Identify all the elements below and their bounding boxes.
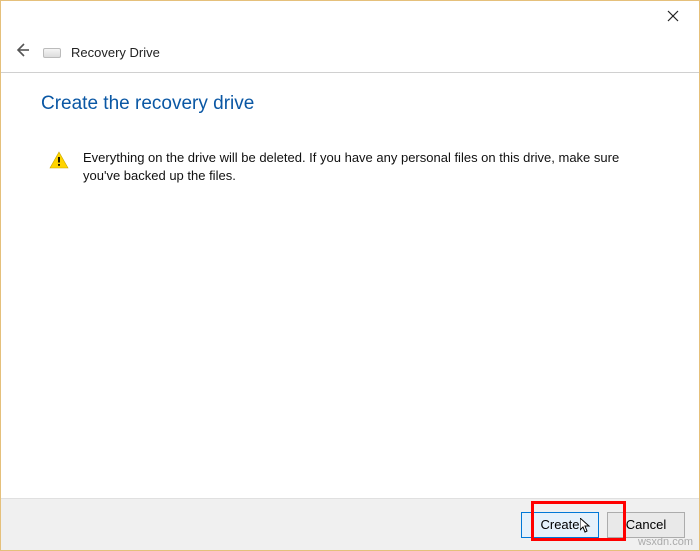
cancel-button-label: Cancel xyxy=(626,517,666,532)
cancel-button[interactable]: Cancel xyxy=(607,512,685,538)
close-button[interactable] xyxy=(651,3,695,31)
wizard-content: Create the recovery drive Everything on … xyxy=(1,73,699,498)
wizard-header: Recovery Drive xyxy=(1,33,699,73)
warning-icon xyxy=(49,151,69,174)
watermark-label: wsxdn.com xyxy=(638,536,693,548)
app-title: Recovery Drive xyxy=(71,45,160,60)
cursor-icon xyxy=(580,518,592,539)
drive-icon xyxy=(43,48,61,58)
warning-text: Everything on the drive will be deleted.… xyxy=(83,149,629,184)
create-button[interactable]: Create xyxy=(521,512,599,538)
titlebar xyxy=(1,1,699,33)
warning-block: Everything on the drive will be deleted.… xyxy=(41,149,659,184)
page-title: Create the recovery drive xyxy=(41,93,659,115)
wizard-window: Recovery Drive Create the recovery drive… xyxy=(0,0,700,551)
close-icon xyxy=(667,9,679,26)
back-button[interactable] xyxy=(11,42,33,64)
button-bar: Create Cancel xyxy=(1,498,699,550)
create-button-label: Create xyxy=(540,517,579,532)
back-arrow-icon xyxy=(13,41,31,64)
